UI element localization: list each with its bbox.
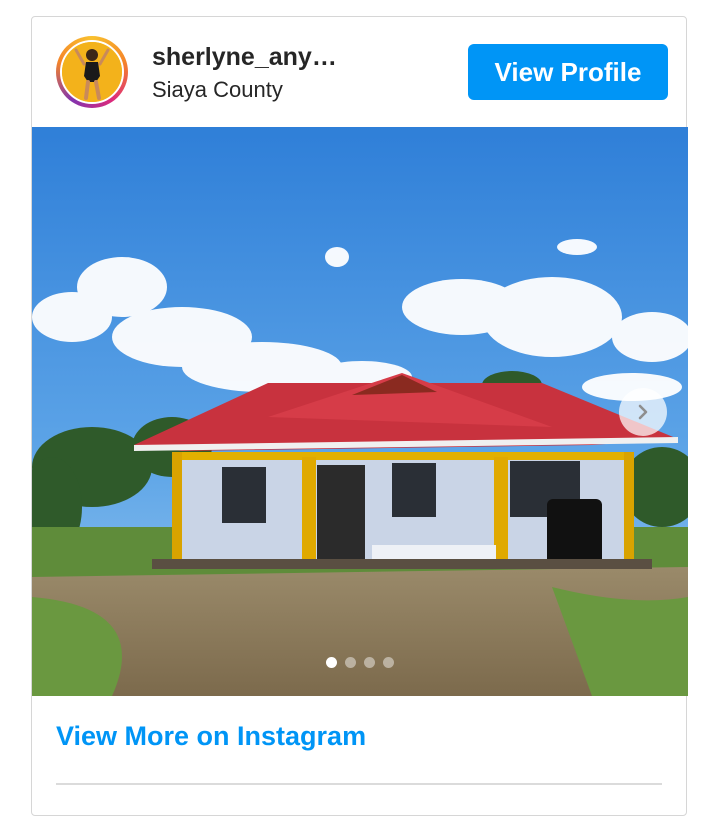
carousel-indicator [32,657,688,668]
avatar[interactable] [60,40,124,104]
view-profile-button[interactable]: View Profile [468,44,668,100]
carousel-dot [364,657,375,668]
carousel-dot [345,657,356,668]
story-ring[interactable] [56,36,128,108]
post-image[interactable] [32,127,688,696]
location-label[interactable]: Siaya County [152,77,283,103]
house-photo-illustration [32,127,688,696]
chevron-right-icon [638,404,648,420]
next-image-button[interactable] [619,388,667,436]
carousel-dot-active [326,657,337,668]
avatar-person-icon [62,42,122,102]
username[interactable]: sherlyne_any… [152,43,337,72]
divider [56,783,662,785]
post-header: sherlyne_any… Siaya County View Profile [32,17,686,127]
carousel-dot [383,657,394,668]
instagram-embed-card: sherlyne_any… Siaya County View Profile [31,16,688,816]
view-more-link[interactable]: View More on Instagram [56,721,366,752]
